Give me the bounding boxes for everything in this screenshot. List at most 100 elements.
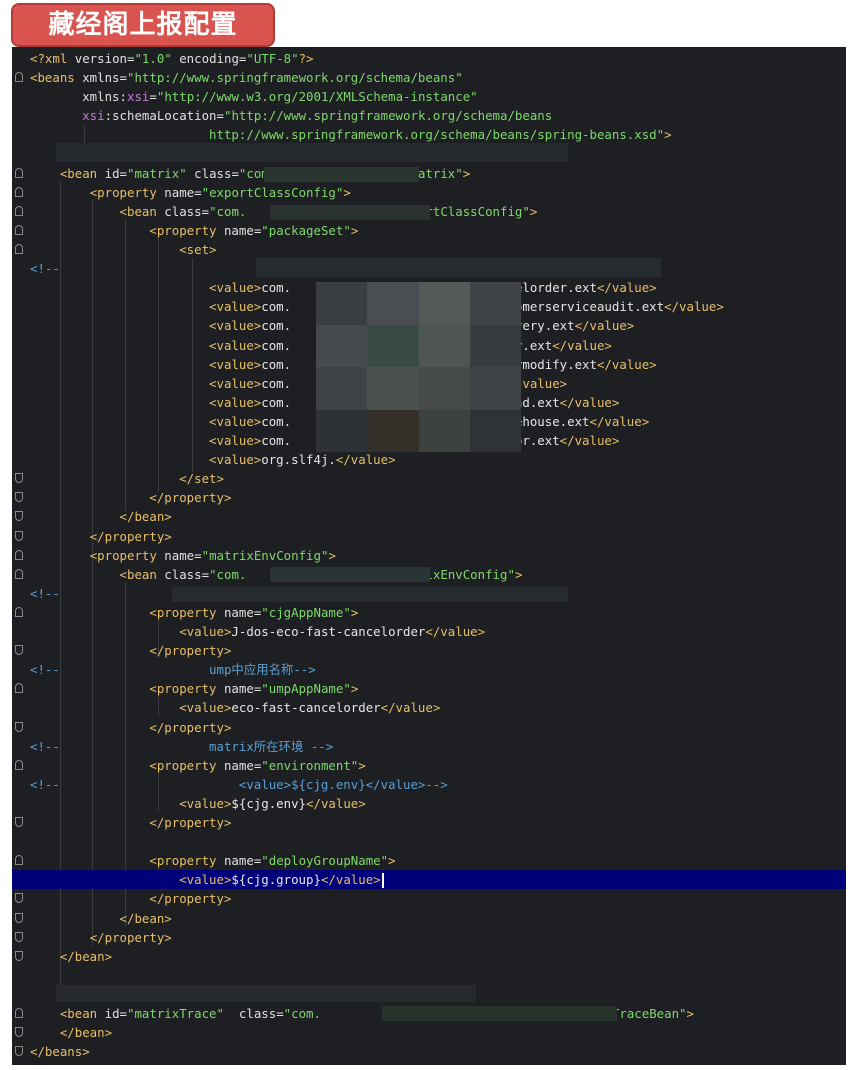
code-line[interactable]: http://www.springframework.org/schema/be… bbox=[12, 125, 846, 144]
fold-toggle-icon[interactable] bbox=[15, 893, 23, 904]
token: xsi bbox=[127, 89, 150, 105]
code-line[interactable]: <property name="environment"> bbox=[12, 756, 846, 775]
token: </value> bbox=[574, 318, 635, 334]
code-line[interactable]: </bean> bbox=[12, 1023, 846, 1042]
code-line[interactable]: <property name="matrixEnvConfig"> bbox=[12, 546, 846, 565]
code-text: </bean> bbox=[30, 1023, 112, 1042]
code-editor[interactable]: <?xml version="1.0" encoding="UTF-8"?> <b… bbox=[12, 47, 846, 1065]
code-line[interactable]: <property name="umpAppName"> bbox=[12, 679, 846, 698]
token: </property> bbox=[89, 528, 172, 544]
fold-toggle-icon[interactable] bbox=[15, 549, 23, 560]
token: name bbox=[223, 222, 254, 238]
fold-toggle-icon[interactable] bbox=[15, 1008, 23, 1018]
token: : bbox=[119, 89, 127, 105]
code-line[interactable] bbox=[12, 966, 846, 985]
fold-toggle-icon[interactable] bbox=[15, 244, 23, 254]
fold-toggle-icon[interactable] bbox=[15, 1046, 23, 1057]
code-line[interactable]: </property> bbox=[12, 813, 846, 832]
fold-toggle-icon[interactable] bbox=[15, 205, 23, 216]
code-line[interactable]: </property> bbox=[12, 527, 846, 546]
fold-toggle-icon[interactable] bbox=[15, 817, 23, 827]
code-line[interactable]: <property name="packageSet"> bbox=[12, 221, 846, 240]
code-line[interactable]: <property name="exportClassConfig"> bbox=[12, 183, 846, 202]
code-line[interactable]: </bean> bbox=[12, 947, 846, 966]
fold-toggle-icon[interactable] bbox=[15, 473, 23, 484]
code-line[interactable]: xmlns:xsi="http://www.w3.org/2001/XMLSch… bbox=[12, 87, 846, 106]
fold-toggle-icon[interactable] bbox=[15, 606, 23, 617]
token: "1.0" bbox=[134, 51, 172, 66]
fold-toggle-icon[interactable] bbox=[15, 530, 23, 541]
fold-toggle-icon[interactable] bbox=[15, 72, 23, 83]
code-line[interactable]: <!-- ump中应用名称--> bbox=[12, 660, 846, 679]
token: class bbox=[186, 165, 232, 181]
code-line[interactable]: </property> bbox=[12, 889, 846, 908]
fold-toggle-icon[interactable] bbox=[15, 568, 23, 579]
code-line[interactable]: <value>${cjg.env}</value> bbox=[12, 794, 846, 813]
code-line[interactable]: </beans> bbox=[12, 1042, 846, 1061]
code-line[interactable]: <value>eco-fast-cancelorder</value> bbox=[12, 698, 846, 717]
token: = bbox=[119, 1006, 127, 1021]
token: </value> bbox=[596, 356, 657, 372]
code-text: </property> bbox=[30, 928, 172, 947]
code-line[interactable]: <set> bbox=[12, 240, 846, 259]
token: name bbox=[223, 757, 254, 773]
fold-toggle-icon[interactable] bbox=[15, 950, 23, 961]
token: <bean bbox=[119, 203, 165, 219]
code-line[interactable]: <!-- matrix所在环境 --> bbox=[12, 737, 846, 756]
code-line[interactable]: <value>${cjg.group}</value> bbox=[12, 870, 846, 890]
code-line[interactable]: </property> bbox=[12, 488, 846, 507]
code-line[interactable]: <property name="cjgAppName"> bbox=[12, 603, 846, 622]
fold-toggle-icon[interactable] bbox=[15, 511, 23, 522]
code-text: <property name="environment"> bbox=[30, 756, 365, 775]
token: http://www.springframework.org/schema/be… bbox=[30, 127, 665, 143]
token: </beans> bbox=[30, 1044, 90, 1060]
fold-toggle-icon[interactable] bbox=[15, 186, 23, 197]
code-line[interactable]: </property> bbox=[12, 718, 846, 737]
token: = bbox=[194, 184, 202, 200]
code-line[interactable]: <!-- <value>${cjg.env}</value>--> bbox=[12, 775, 846, 794]
code-line[interactable]: xsi:schemaLocation="http://www.springfra… bbox=[12, 106, 846, 125]
fold-toggle-icon[interactable] bbox=[15, 492, 23, 503]
code-line[interactable]: <beans xmlns="http://www.springframework… bbox=[12, 68, 846, 87]
fold-toggle-icon[interactable] bbox=[15, 721, 23, 732]
code-line[interactable]: </bean> bbox=[12, 507, 846, 526]
token: id bbox=[104, 1006, 120, 1021]
fold-toggle-icon[interactable] bbox=[15, 855, 23, 866]
token: "packageSet" bbox=[261, 222, 351, 238]
code-line[interactable]: </property> bbox=[12, 928, 846, 947]
fold-toggle-icon[interactable] bbox=[15, 931, 23, 942]
code-text: <property name="packageSet"> bbox=[30, 221, 358, 240]
fold-toggle-icon[interactable] bbox=[15, 224, 23, 235]
code-line[interactable]: <value>J-dos-eco-fast-cancelorder</value… bbox=[12, 622, 846, 641]
redacted-region bbox=[270, 205, 430, 220]
token: <value> bbox=[179, 872, 232, 888]
code-line[interactable]: </bean> bbox=[12, 909, 846, 928]
fold-toggle-icon[interactable] bbox=[15, 167, 23, 178]
code-line[interactable]: <bean id="matrix" class="com. Matrix"> bbox=[12, 164, 846, 183]
token: <!-- bbox=[30, 585, 60, 601]
code-line[interactable]: </set> bbox=[12, 469, 846, 488]
token: <!-- bbox=[30, 261, 60, 277]
fold-toggle-icon[interactable] bbox=[15, 912, 23, 923]
page-title: 藏经阁上报配置 bbox=[11, 3, 275, 47]
fold-toggle-icon[interactable] bbox=[15, 683, 23, 694]
token: schemaLocation bbox=[112, 108, 217, 124]
fold-toggle-icon[interactable] bbox=[15, 759, 23, 770]
code-line[interactable]: <?xml version="1.0" encoding="UTF-8"?> bbox=[12, 49, 846, 68]
token: ${cjg.env} bbox=[231, 795, 307, 811]
code-text: xmlns:xsi="http://www.w3.org/2001/XMLSch… bbox=[30, 87, 477, 106]
fold-toggle-icon[interactable] bbox=[15, 1027, 23, 1038]
token: </value> bbox=[589, 413, 650, 429]
fold-toggle-icon[interactable] bbox=[15, 645, 23, 656]
token: <value> bbox=[209, 356, 262, 372]
code-line[interactable] bbox=[12, 832, 846, 851]
token: id bbox=[104, 165, 120, 181]
code-line[interactable]: <property name="deployGroupName"> bbox=[12, 851, 846, 870]
code-line[interactable]: <value>org.slf4j.</value> bbox=[12, 450, 846, 469]
token: <value> bbox=[209, 318, 262, 334]
code-line[interactable]: </property> bbox=[12, 641, 846, 660]
